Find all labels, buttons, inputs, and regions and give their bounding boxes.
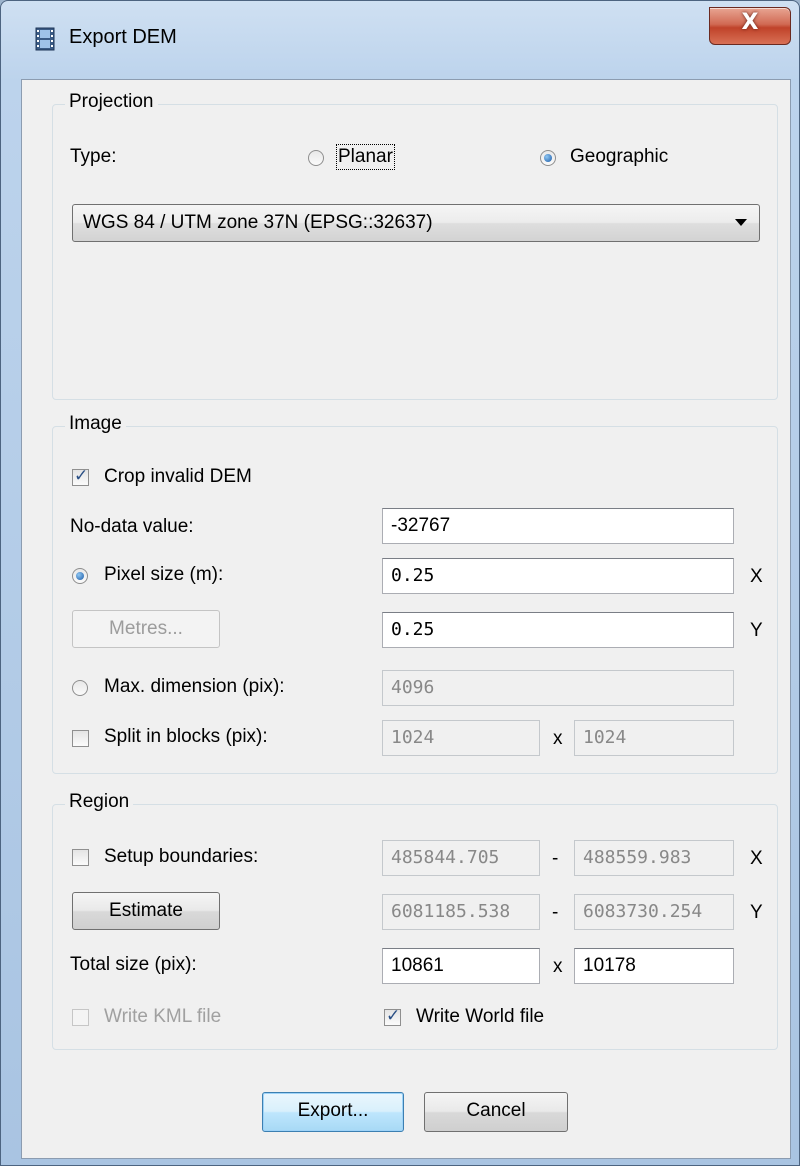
cancel-button[interactable]: Cancel <box>424 1092 568 1132</box>
image-group-label: Image <box>65 413 126 435</box>
dialog-client-area: Projection Type: Planar Geographic WGS 8… <box>21 79 791 1159</box>
close-icon: X <box>741 10 759 35</box>
split-blocks-label[interactable]: Split in blocks (pix): <box>104 726 268 748</box>
pixel-size-x-input[interactable]: 0.25 <box>382 558 734 594</box>
x-min-input[interactable]: 485844.705 <box>382 840 540 876</box>
geographic-label[interactable]: Geographic <box>570 146 668 168</box>
nodata-label: No-data value: <box>70 516 194 537</box>
crs-dropdown[interactable]: WGS 84 / UTM zone 37N (EPSG::32637) <box>72 204 760 242</box>
crs-selected-value: WGS 84 / UTM zone 37N (EPSG::32637) <box>83 212 433 233</box>
crop-invalid-dem-checkbox[interactable] <box>72 466 89 486</box>
max-dimension-label[interactable]: Max. dimension (pix): <box>104 676 285 698</box>
nodata-input[interactable]: -32767 <box>382 508 734 544</box>
projection-group: Projection <box>52 91 778 400</box>
x-range-dash: - <box>552 848 559 869</box>
setup-boundaries-checkbox[interactable] <box>72 849 89 866</box>
total-y-input[interactable]: 10178 <box>574 948 734 984</box>
region-x-suffix: X <box>750 848 763 869</box>
split-y-input[interactable]: 1024 <box>574 720 734 756</box>
pixel-y-suffix: Y <box>750 620 763 641</box>
pixel-size-y-input[interactable]: 0.25 <box>382 612 734 648</box>
metres-button[interactable]: Metres... <box>72 610 220 648</box>
split-times-label: x <box>553 728 563 749</box>
chevron-down-icon <box>735 219 747 226</box>
y-max-input[interactable]: 6083730.254 <box>574 894 734 930</box>
max-dimension-input[interactable]: 4096 <box>382 670 734 706</box>
region-group-label: Region <box>65 791 134 813</box>
window-title: Export DEM <box>69 26 177 48</box>
estimate-button[interactable]: Estimate <box>72 892 220 930</box>
write-kml-checkbox[interactable] <box>72 1009 89 1026</box>
crop-invalid-dem-label[interactable]: Crop invalid DEM <box>104 466 252 488</box>
title-bar[interactable]: Export DEM X <box>1 1 799 79</box>
y-range-dash: - <box>552 902 559 923</box>
geographic-radio[interactable] <box>540 150 556 166</box>
max-dimension-radio[interactable] <box>72 680 88 696</box>
y-min-input[interactable]: 6081185.538 <box>382 894 540 930</box>
pixel-size-label[interactable]: Pixel size (m): <box>104 564 223 586</box>
close-button[interactable]: X <box>709 7 791 45</box>
total-x-input[interactable]: 10861 <box>382 948 540 984</box>
planar-radio[interactable] <box>308 150 324 166</box>
write-world-checkbox[interactable] <box>384 1006 401 1026</box>
film-icon <box>35 27 55 51</box>
x-max-input[interactable]: 488559.983 <box>574 840 734 876</box>
pixel-size-radio[interactable] <box>72 568 88 584</box>
export-dem-window: Export DEM X Projection Type: Planar Geo… <box>0 0 800 1166</box>
pixel-x-suffix: X <box>750 566 763 587</box>
setup-boundaries-label[interactable]: Setup boundaries: <box>104 846 258 868</box>
type-label: Type: <box>70 146 117 167</box>
region-y-suffix: Y <box>750 902 763 923</box>
export-button[interactable]: Export... <box>262 1092 404 1132</box>
total-size-label: Total size (pix): <box>70 954 197 975</box>
split-x-input[interactable]: 1024 <box>382 720 540 756</box>
projection-group-label: Projection <box>65 91 158 113</box>
write-world-label[interactable]: Write World file <box>416 1006 544 1028</box>
planar-label[interactable]: Planar <box>336 144 395 170</box>
split-blocks-checkbox[interactable] <box>72 730 89 747</box>
write-kml-label[interactable]: Write KML file <box>104 1006 221 1028</box>
total-times-label: x <box>553 956 563 977</box>
